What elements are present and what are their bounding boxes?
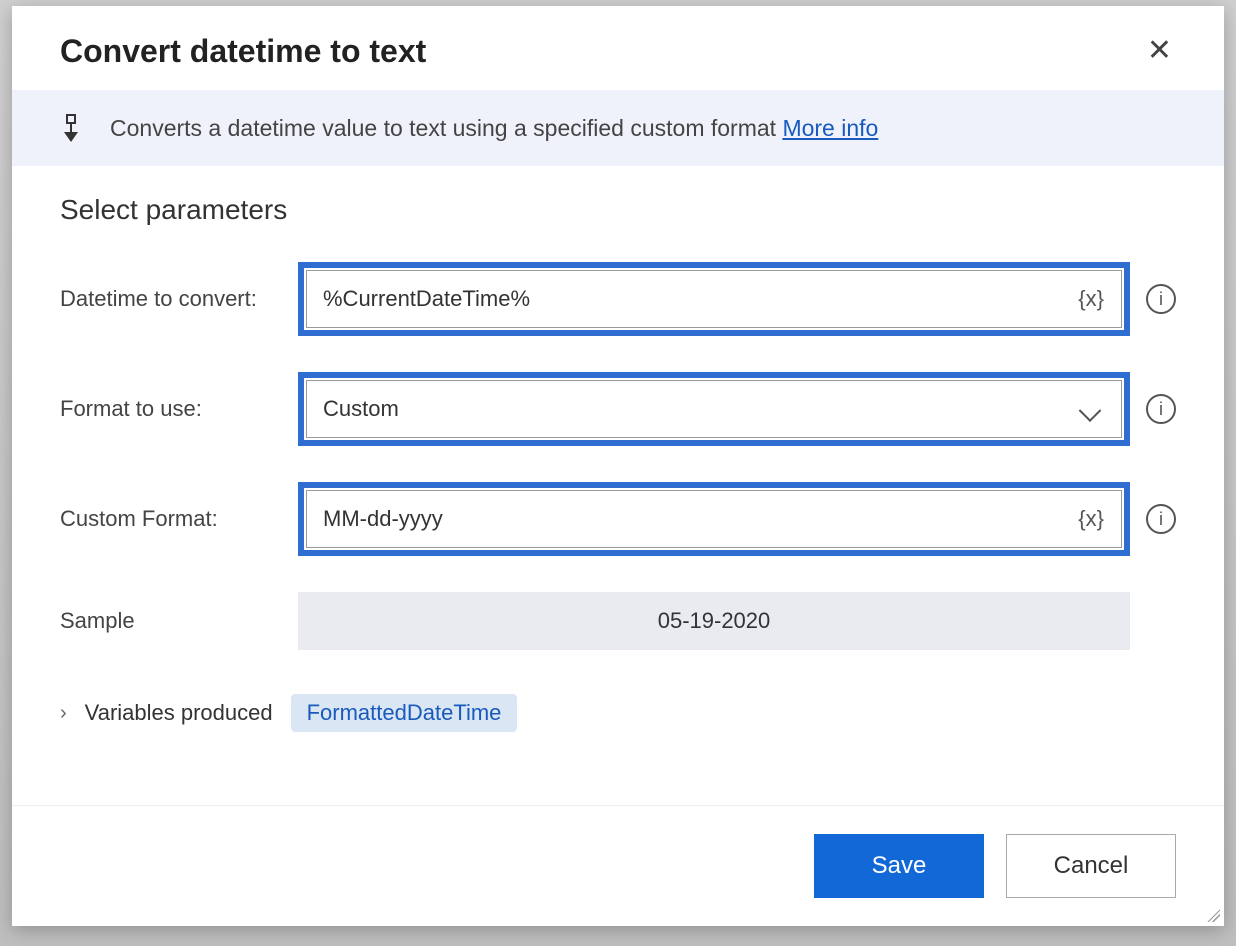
save-button[interactable]: Save [814,834,984,898]
sample-output: 05-19-2020 [298,592,1130,650]
format-select[interactable]: Custom [306,380,1122,438]
close-icon[interactable]: ✕ [1139,32,1180,70]
description-bar: Converts a datetime value to text using … [12,90,1224,166]
dialog-header: Convert datetime to text ✕ [12,6,1224,90]
param-row-datetime: Datetime to convert: {x} i [60,262,1176,336]
datetime-field-wrap: {x} [298,262,1130,336]
description-content: Converts a datetime value to text using … [110,115,776,141]
info-icon[interactable]: i [1146,504,1176,534]
param-row-format: Format to use: Custom i [60,372,1176,446]
custom-format-input[interactable] [306,490,1122,548]
convert-datetime-dialog: Convert datetime to text ✕ Converts a da… [12,6,1224,926]
dialog-body: Select parameters Datetime to convert: {… [12,166,1224,805]
format-select-value: Custom [323,396,399,422]
variables-produced-row: › Variables produced FormattedDateTime [60,694,1176,732]
variables-produced-label[interactable]: Variables produced [85,700,273,726]
description-text: Converts a datetime value to text using … [110,115,878,142]
section-title: Select parameters [60,194,1176,226]
info-icon[interactable]: i [1146,394,1176,424]
chevron-right-icon[interactable]: › [60,702,67,725]
format-label: Format to use: [60,396,290,422]
action-flow-icon [60,114,82,142]
datetime-input[interactable] [306,270,1122,328]
resize-grip-icon[interactable] [1204,906,1220,922]
param-row-sample: Sample 05-19-2020 [60,592,1176,650]
info-icon[interactable]: i [1146,284,1176,314]
format-field-wrap: Custom [298,372,1130,446]
variable-chip[interactable]: FormattedDateTime [291,694,518,732]
param-row-custom: Custom Format: {x} i [60,482,1176,556]
more-info-link[interactable]: More info [782,115,878,141]
custom-format-field-wrap: {x} [298,482,1130,556]
cancel-button[interactable]: Cancel [1006,834,1176,898]
sample-label: Sample [60,608,290,634]
dialog-title: Convert datetime to text [60,33,426,70]
custom-format-label: Custom Format: [60,506,290,532]
dialog-footer: Save Cancel [12,805,1224,926]
datetime-label: Datetime to convert: [60,286,290,312]
